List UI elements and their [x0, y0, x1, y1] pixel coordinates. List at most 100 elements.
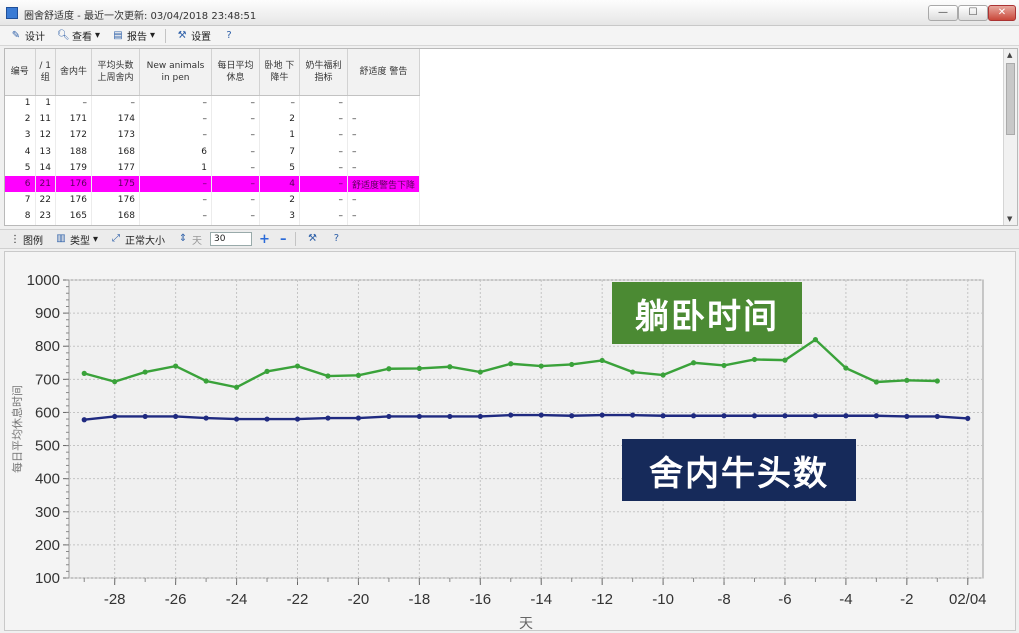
data-point-resting — [173, 363, 179, 369]
data-point-cows — [782, 413, 788, 419]
data-point-cows — [477, 413, 483, 420]
x-tick-label: -12 — [591, 591, 613, 608]
table-cell: 8 — [5, 208, 36, 225]
column-header[interactable]: 舒适度 警告 — [347, 49, 420, 96]
data-point-resting — [690, 360, 697, 366]
x-tick-label: -2 — [900, 591, 913, 608]
table-row[interactable]: 5 14 179 177 1–5– – — [5, 159, 420, 176]
data-point-cows — [81, 417, 87, 423]
table-row[interactable]: 2 11 171 174– –2– – — [5, 111, 420, 128]
column-header[interactable]: 舍内牛 — [55, 49, 92, 96]
data-point-cows — [660, 413, 666, 419]
column-header[interactable]: New animals in pen — [139, 49, 212, 96]
table-cell: – — [211, 159, 260, 176]
data-point-cows — [934, 413, 940, 420]
table-cell: 176 — [91, 192, 140, 209]
normal-size-button[interactable]: ⤢ 正常大小 — [106, 230, 169, 248]
data-point-cows — [355, 415, 362, 421]
table-row[interactable]: 1 1– – – – – – — [5, 95, 420, 112]
data-point-cows — [599, 412, 605, 418]
column-header[interactable]: 卧地 下降牛 — [259, 49, 300, 96]
chart-help-button[interactable]: ? — [326, 230, 346, 248]
toolbar-divider — [165, 28, 167, 43]
table-cell: 7 — [5, 192, 36, 209]
column-header[interactable]: 每日平均 休息 — [211, 49, 260, 96]
report-menu-button[interactable]: ▤ 报告 ▾ — [108, 27, 159, 45]
day-spin[interactable]: ⇕ 天 — [173, 230, 206, 248]
data-point-cows — [203, 415, 209, 421]
table-cell: 1 — [259, 127, 300, 144]
design-icon: ✎ — [11, 29, 21, 41]
column-header[interactable]: 编号 — [5, 49, 36, 96]
data-point-resting — [782, 357, 788, 363]
table-row[interactable]: 7 22 176 176– –2– – — [5, 192, 420, 209]
zoom-out-button[interactable]: – — [277, 232, 290, 247]
table-cell: – — [211, 192, 260, 209]
view-menu-button[interactable]: 🔍︎ 查看 ▾ — [53, 27, 104, 45]
table-row[interactable]: 4 13 188 168 6–7– – — [5, 143, 420, 160]
table-cell: – — [139, 175, 212, 193]
y-tick-label: 800 — [35, 338, 60, 355]
data-point-resting — [81, 370, 87, 376]
data-point-cows — [812, 413, 819, 419]
table-cell: 5 — [259, 159, 300, 176]
zoom-icon: ⤢ — [112, 233, 121, 244]
x-tick-label: -26 — [165, 591, 187, 608]
chevron-down-icon: ▾ — [93, 233, 99, 245]
days-input[interactable]: 30 — [210, 232, 253, 246]
data-point-resting — [325, 373, 331, 379]
normal-size-label: 正常大小 — [125, 235, 166, 247]
table-cell: 14 — [35, 159, 56, 176]
day-label: 天 — [192, 235, 203, 247]
maximize-button[interactable]: ☐ — [958, 5, 988, 21]
table-cell: 7 — [259, 143, 300, 160]
data-point-resting — [751, 356, 758, 363]
settings-button[interactable]: ⚒ 设置 — [172, 27, 215, 45]
legend-label: 图例 — [23, 235, 43, 247]
y-axis-title: 每日平均休息时间 — [10, 385, 24, 473]
settings-label: 设置 — [191, 32, 212, 43]
table-row[interactable]: 8 23 165 168– –3– – — [5, 208, 420, 225]
minimize-button[interactable]: — — [928, 5, 958, 21]
data-point-cows — [142, 413, 148, 420]
view-label: 查看 — [72, 32, 92, 43]
data-point-resting — [538, 363, 544, 369]
chart-settings-button[interactable]: ⚒ — [302, 230, 322, 248]
chart-type-button[interactable]: ▥ 类型 ▾ — [51, 230, 102, 248]
scroll-down-icon[interactable]: ▼ — [1007, 215, 1012, 223]
data-point-resting — [660, 372, 666, 378]
table-row[interactable]: 6 21 176 175– –4– 舒适度警告下降 — [5, 175, 420, 193]
close-button[interactable]: ✕ — [988, 5, 1016, 21]
column-header[interactable]: / 1 组 — [35, 49, 56, 96]
scrollbar-thumb[interactable] — [1006, 63, 1015, 135]
table-cell: 2 — [259, 111, 300, 128]
data-point-cows — [965, 415, 971, 422]
table-cell: – — [347, 143, 420, 160]
table-cell: 168 — [91, 208, 140, 225]
table-cell: – — [211, 111, 260, 128]
table-cell: 23 — [35, 208, 56, 225]
table-cell — [347, 95, 420, 112]
x-tick-label: -24 — [226, 591, 248, 608]
table-header-row: 编号/ 1 组舍内牛 平均头数 上周舍内 New animals in pen 每日平… — [5, 49, 420, 96]
table-cell: 3 — [259, 208, 300, 225]
vertical-scrollbar[interactable]: ▲ ▼ — [1003, 49, 1017, 225]
x-tick-label: -14 — [530, 591, 552, 608]
table-cell: 4 — [5, 143, 36, 160]
help-button[interactable]: ? — [219, 27, 239, 45]
window-title: 圈舍舒适度 - 最近一次更新: 03/04/2018 23:48:51 — [24, 11, 257, 22]
table-cell: – — [299, 143, 348, 160]
design-button[interactable]: ✎ 设计 — [6, 27, 49, 45]
table-cell: – — [139, 127, 212, 144]
scroll-up-icon[interactable]: ▲ — [1007, 51, 1012, 59]
table-cell: – — [347, 208, 420, 225]
legend-button[interactable]: ⋮ 图例 — [6, 230, 47, 248]
table-cell: 12 — [35, 127, 56, 144]
data-point-resting — [508, 361, 514, 367]
data-point-cows — [751, 413, 758, 419]
column-header[interactable]: 奶牛福利 指标 — [299, 49, 348, 96]
column-header[interactable]: 平均头数 上周舍内 — [91, 49, 140, 96]
zoom-in-button[interactable]: + — [256, 232, 273, 247]
table-row[interactable]: 3 12 172 173– –1– – — [5, 127, 420, 144]
table-cell: – — [299, 208, 348, 225]
